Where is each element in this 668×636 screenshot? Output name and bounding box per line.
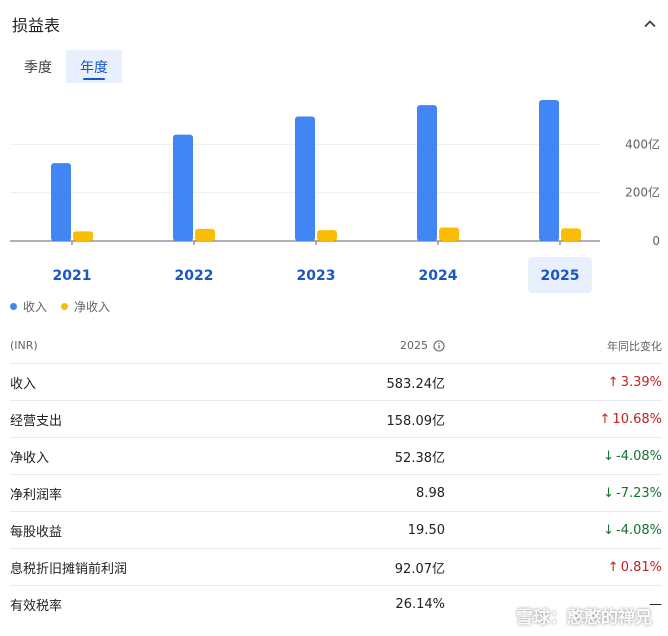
revenue-bar[interactable] [173, 134, 193, 241]
year-label[interactable]: 2023 [297, 268, 336, 284]
row-change-value: 10.68% [612, 411, 662, 427]
legend-label-revenue: 收入 [23, 300, 48, 314]
tab-quarterly[interactable]: 季度 [10, 50, 66, 83]
row-label: 经营支出 [10, 413, 63, 429]
watermark-text: 雪球：憨憨的禅兄 [516, 608, 652, 628]
row-value: 583.24亿 [386, 376, 446, 392]
revenue-bar[interactable] [417, 105, 437, 241]
period-header: 2025 [330, 339, 445, 352]
arrow-down-icon: ↓ [603, 448, 614, 464]
year-label[interactable]: 2022 [175, 268, 214, 284]
chevron-up-icon[interactable] [642, 16, 658, 32]
info-icon[interactable] [433, 339, 445, 352]
row-label: 净收入 [10, 450, 50, 466]
financials-table: (INR) 2025 年同比变化 收入 583.24亿 ↑ 3.39% 经营支出 158.… [10, 328, 662, 623]
row-change: ↓ -4.08% [445, 523, 662, 538]
net-income-bar[interactable] [195, 228, 215, 241]
legend-label-net-income: 净收入 [74, 300, 111, 314]
table-row: 经营支出 158.09亿 ↑ 10.68% [10, 401, 662, 438]
table-row: 息税折旧摊销前利润 92.07亿 ↑ 0.81% [10, 549, 662, 586]
row-value: 158.09亿 [386, 413, 446, 429]
row-change: ↓ -7.23% [445, 486, 662, 501]
net-income-bar[interactable] [73, 231, 93, 241]
arrow-down-icon: ↓ [603, 522, 614, 538]
legend-item-revenue: 收入 [10, 298, 47, 315]
net-income-bar[interactable] [439, 227, 459, 241]
y-tick-label: 200亿 [625, 185, 660, 200]
row-change-value: -7.23% [616, 485, 662, 501]
revenue-dot-icon [10, 303, 17, 310]
row-change-value: -4.08% [616, 448, 662, 464]
year-label[interactable]: 2024 [419, 268, 458, 284]
table-row: 收入 583.24亿 ↑ 3.39% [10, 364, 662, 401]
table-row: 净收入 52.38亿 ↓ -4.08% [10, 438, 662, 475]
income-statement-header: 损益表 [12, 12, 658, 36]
row-value: 92.07亿 [394, 561, 445, 577]
row-label: 收入 [10, 376, 37, 392]
arrow-down-icon: ↓ [603, 485, 614, 501]
tab-annual[interactable]: 年度 [66, 50, 122, 83]
arrow-up-icon: ↑ [599, 411, 611, 427]
net-income-dot-icon [61, 303, 69, 310]
yoy-change-header: 年同比变化 [607, 339, 662, 353]
period-label: 2025 [400, 339, 428, 352]
arrow-up-icon: ↑ [607, 559, 619, 575]
income-bar-chart: 0 200亿 400亿 2021 2022 2023 2024 2025 [10, 100, 660, 293]
row-change-value: 0.81% [620, 559, 662, 575]
row-change: ↓ -4.08% [445, 449, 662, 464]
row-value: 52.38亿 [394, 450, 445, 466]
row-label: 有效税率 [10, 599, 63, 614]
revenue-bar[interactable] [539, 100, 559, 242]
row-change: ↑ 3.39% [445, 375, 662, 390]
arrow-up-icon: ↑ [607, 374, 619, 390]
currency-label: (INR) [10, 339, 38, 352]
row-change-value: -4.08% [616, 522, 662, 538]
row-label: 净利润率 [10, 487, 63, 503]
year-label[interactable]: 2025 [541, 268, 580, 284]
table-row: 每股收益 19.50 ↓ -4.08% [10, 512, 662, 549]
period-tabs: 季度 年度 [10, 50, 122, 83]
row-value: 8.98 [416, 485, 445, 501]
row-label: 每股收益 [10, 524, 63, 540]
table-row: 净利润率 8.98 ↓ -7.23% [10, 475, 662, 512]
revenue-bar[interactable] [295, 116, 315, 241]
net-income-bar[interactable] [317, 230, 337, 241]
row-value: 26.14% [395, 597, 445, 612]
table-header: (INR) 2025 年同比变化 [10, 328, 662, 364]
row-change: ↑ 0.81% [445, 560, 662, 575]
y-tick-label: 400亿 [625, 136, 660, 151]
row-change: ↑ 10.68% [445, 412, 662, 427]
chart-legend: 收入 净收入 [10, 298, 124, 315]
net-income-bar[interactable] [561, 228, 581, 241]
revenue-bar[interactable] [51, 163, 71, 241]
row-label: 息税折旧摊销前利润 [10, 561, 128, 577]
legend-item-net-income: 净收入 [61, 298, 110, 315]
row-value: 19.50 [407, 522, 445, 538]
watermark: 雪球：憨憨的禅兄 [516, 603, 652, 628]
y-tick-label: 0 [652, 234, 660, 248]
page-title: 损益表 [12, 16, 61, 35]
year-label[interactable]: 2021 [53, 268, 92, 284]
row-change-value: 3.39% [620, 374, 662, 390]
